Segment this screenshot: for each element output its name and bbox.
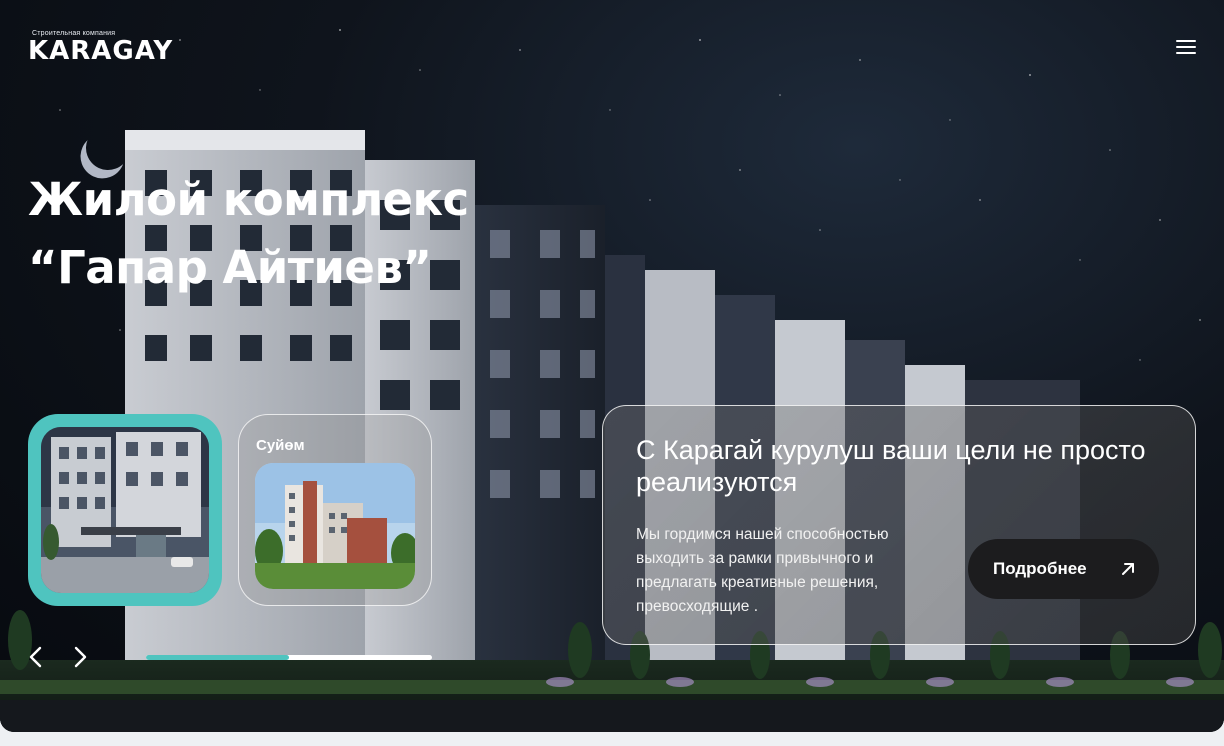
hero-title: Жилой комплекс “Гапар Айтиев”: [28, 166, 588, 302]
slide-thumbnail-next[interactable]: Суйөм: [238, 414, 432, 606]
company-logo[interactable]: Строительная компания KARAGAY: [28, 30, 204, 70]
slider-progress-fill: [146, 655, 289, 660]
more-button-label: Подробнее: [993, 559, 1087, 578]
hero-title-line-2: “Гапар Айтиев”: [28, 241, 432, 294]
slider-nav: [26, 644, 96, 670]
chevron-left-icon[interactable]: [26, 644, 50, 670]
hero-title-line-1: Жилой комплекс: [28, 173, 469, 226]
slide-thumbnail-active[interactable]: [28, 414, 222, 606]
info-card: С Карагай курулуш ваши цели не просто ре…: [602, 405, 1196, 645]
logo-wordmark: KARAGAY: [28, 36, 174, 66]
info-card-text: Мы гордимся нашей способностью выходить …: [636, 526, 889, 615]
more-button[interactable]: Подробнее: [968, 539, 1159, 599]
arrow-up-right-icon: [1118, 559, 1138, 579]
chevron-right-icon[interactable]: [68, 644, 92, 670]
project-photo-current: [41, 427, 209, 593]
info-card-title: С Карагай курулуш ваши цели не просто ре…: [636, 435, 1146, 497]
next-project-label: Суйөм: [256, 437, 305, 454]
slider-progress-bar: [146, 655, 432, 660]
hero-section: Строительная компания KARAGAY Жилой комп…: [0, 0, 1224, 732]
hamburger-icon[interactable]: [1172, 36, 1200, 58]
project-photo-next: [255, 463, 415, 589]
